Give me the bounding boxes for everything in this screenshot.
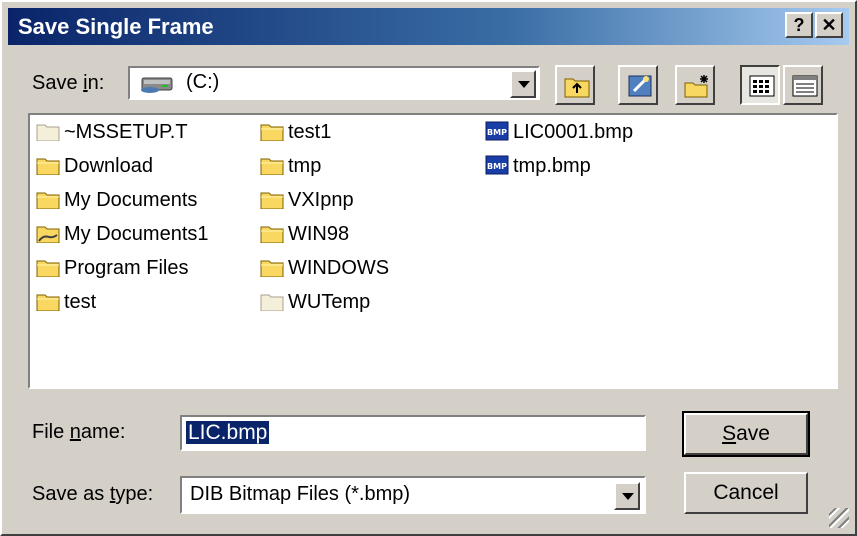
hidden-folder-icon [260, 294, 284, 311]
up-folder-icon [564, 78, 590, 98]
save-as-type-combo[interactable]: DIB Bitmap Files (*.bmp) [180, 476, 646, 514]
save-in-dropdown-button[interactable] [510, 70, 536, 98]
file-list-item-label: WINDOWS [288, 257, 390, 279]
file-name-input[interactable]: LIC.bmp [180, 415, 646, 451]
window-title: Save Single Frame [18, 14, 214, 39]
file-list-item-label: tmp [288, 155, 322, 177]
file-name-value: LIC.bmp [186, 421, 270, 444]
bmp-file-icon: BMP [485, 155, 509, 175]
folder-icon [36, 260, 60, 277]
folder-icon [36, 192, 60, 209]
cancel-button[interactable]: Cancel [684, 472, 808, 514]
save-dialog: Save Single Frame ? ✕ Save in: (C:) ~MSS… [0, 0, 857, 536]
folder-icon [260, 192, 284, 209]
folder-icon [260, 124, 284, 141]
file-name-label: File name: [32, 421, 126, 443]
file-list-item-label: test [64, 291, 97, 313]
save-as-type-value: DIB Bitmap Files (*.bmp) [190, 483, 411, 505]
file-list-item-label: WIN98 [288, 223, 350, 245]
save-in-label: Save in: [32, 72, 105, 94]
save-as-type-dropdown-button[interactable] [614, 482, 640, 510]
new-folder-icon [684, 75, 708, 98]
close-button[interactable]: ✕ [815, 12, 843, 38]
create-new-folder-button[interactable] [675, 65, 715, 105]
svg-text:BMP: BMP [487, 128, 507, 137]
save-in-value: (C:) [186, 71, 220, 93]
list-view-icon [749, 75, 775, 97]
folder-icon [36, 294, 60, 311]
file-list-item-label: tmp.bmp [513, 155, 591, 177]
title-bar[interactable]: Save Single Frame ? ✕ [8, 8, 849, 45]
drive-icon [141, 77, 173, 93]
folder-icon [260, 260, 284, 277]
up-one-level-button[interactable] [555, 65, 595, 105]
desktop-icon [628, 75, 652, 97]
file-list-item-label: test1 [288, 121, 332, 143]
file-list-item-label: Program Files [64, 257, 189, 279]
file-list-item-label: LIC0001.bmp [513, 121, 634, 143]
file-list-item-label: My Documents1 [64, 223, 209, 245]
svg-text:BMP: BMP [487, 162, 507, 171]
file-list[interactable]: ~MSSETUP.T Download My Documents My Documen… [28, 113, 838, 389]
folder-icon [260, 226, 284, 243]
shared-folder-icon [36, 226, 60, 243]
file-list-item-label: My Documents [64, 189, 198, 211]
bmp-file-icon: BMP [485, 121, 509, 141]
hidden-folder-icon [36, 124, 60, 141]
file-list-item-label: VXIpnp [288, 189, 354, 211]
file-list-item-label: ~MSSETUP.T [64, 121, 188, 143]
save-as-type-label: Save as type: [32, 483, 154, 505]
folder-icon [36, 158, 60, 175]
resize-grip[interactable] [829, 508, 849, 528]
save-in-combo[interactable]: (C:) [128, 66, 540, 100]
details-view-button[interactable] [783, 65, 823, 105]
file-list-item-label: Download [64, 155, 153, 177]
folder-icon [260, 158, 284, 175]
list-view-button[interactable] [740, 65, 780, 105]
file-list-item-label: WUTemp [288, 291, 371, 313]
details-view-icon [792, 75, 818, 97]
go-to-desktop-button[interactable] [618, 65, 658, 105]
save-button[interactable]: Save [682, 411, 810, 457]
help-button[interactable]: ? [785, 12, 813, 38]
